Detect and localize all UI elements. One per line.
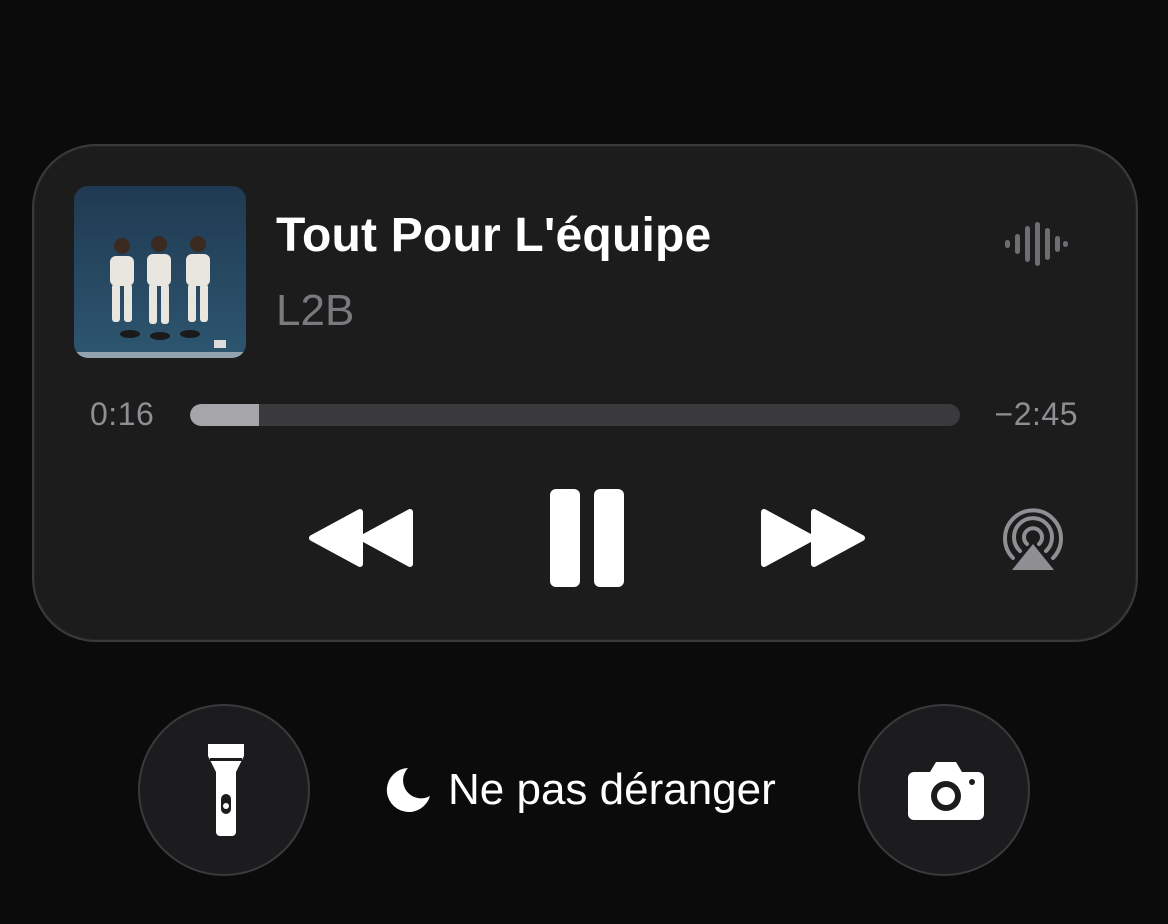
camera-button[interactable] [858, 704, 1030, 876]
airplay-button[interactable] [998, 506, 1068, 572]
focus-status[interactable]: Ne pas déranger [384, 762, 776, 818]
now-playing-card: Tout Pour L'équipe L2B 0:16 −2:45 [32, 144, 1138, 642]
camera-icon [908, 762, 984, 820]
elapsed-time: 0:16 [90, 396, 155, 432]
playback-scrubber[interactable] [190, 404, 960, 426]
track-title: Tout Pour L'équipe [276, 209, 712, 262]
forward-icon [761, 509, 865, 567]
forward-button[interactable] [758, 506, 868, 570]
moon-icon [386, 768, 430, 812]
flashlight-button[interactable] [138, 704, 310, 876]
track-artist[interactable]: L2B [276, 286, 354, 336]
playback-progress-fill [190, 404, 260, 426]
backward-icon [309, 509, 413, 567]
remaining-time: −2:45 [994, 396, 1078, 432]
backward-button[interactable] [306, 506, 416, 570]
album-artwork[interactable] [74, 186, 246, 358]
flashlight-icon [208, 744, 244, 836]
focus-label: Ne pas déranger [448, 765, 776, 814]
waveform-icon [1004, 222, 1068, 266]
pause-button[interactable] [548, 487, 628, 589]
airplay-audio-icon [1003, 508, 1063, 570]
pause-icon [550, 489, 624, 587]
